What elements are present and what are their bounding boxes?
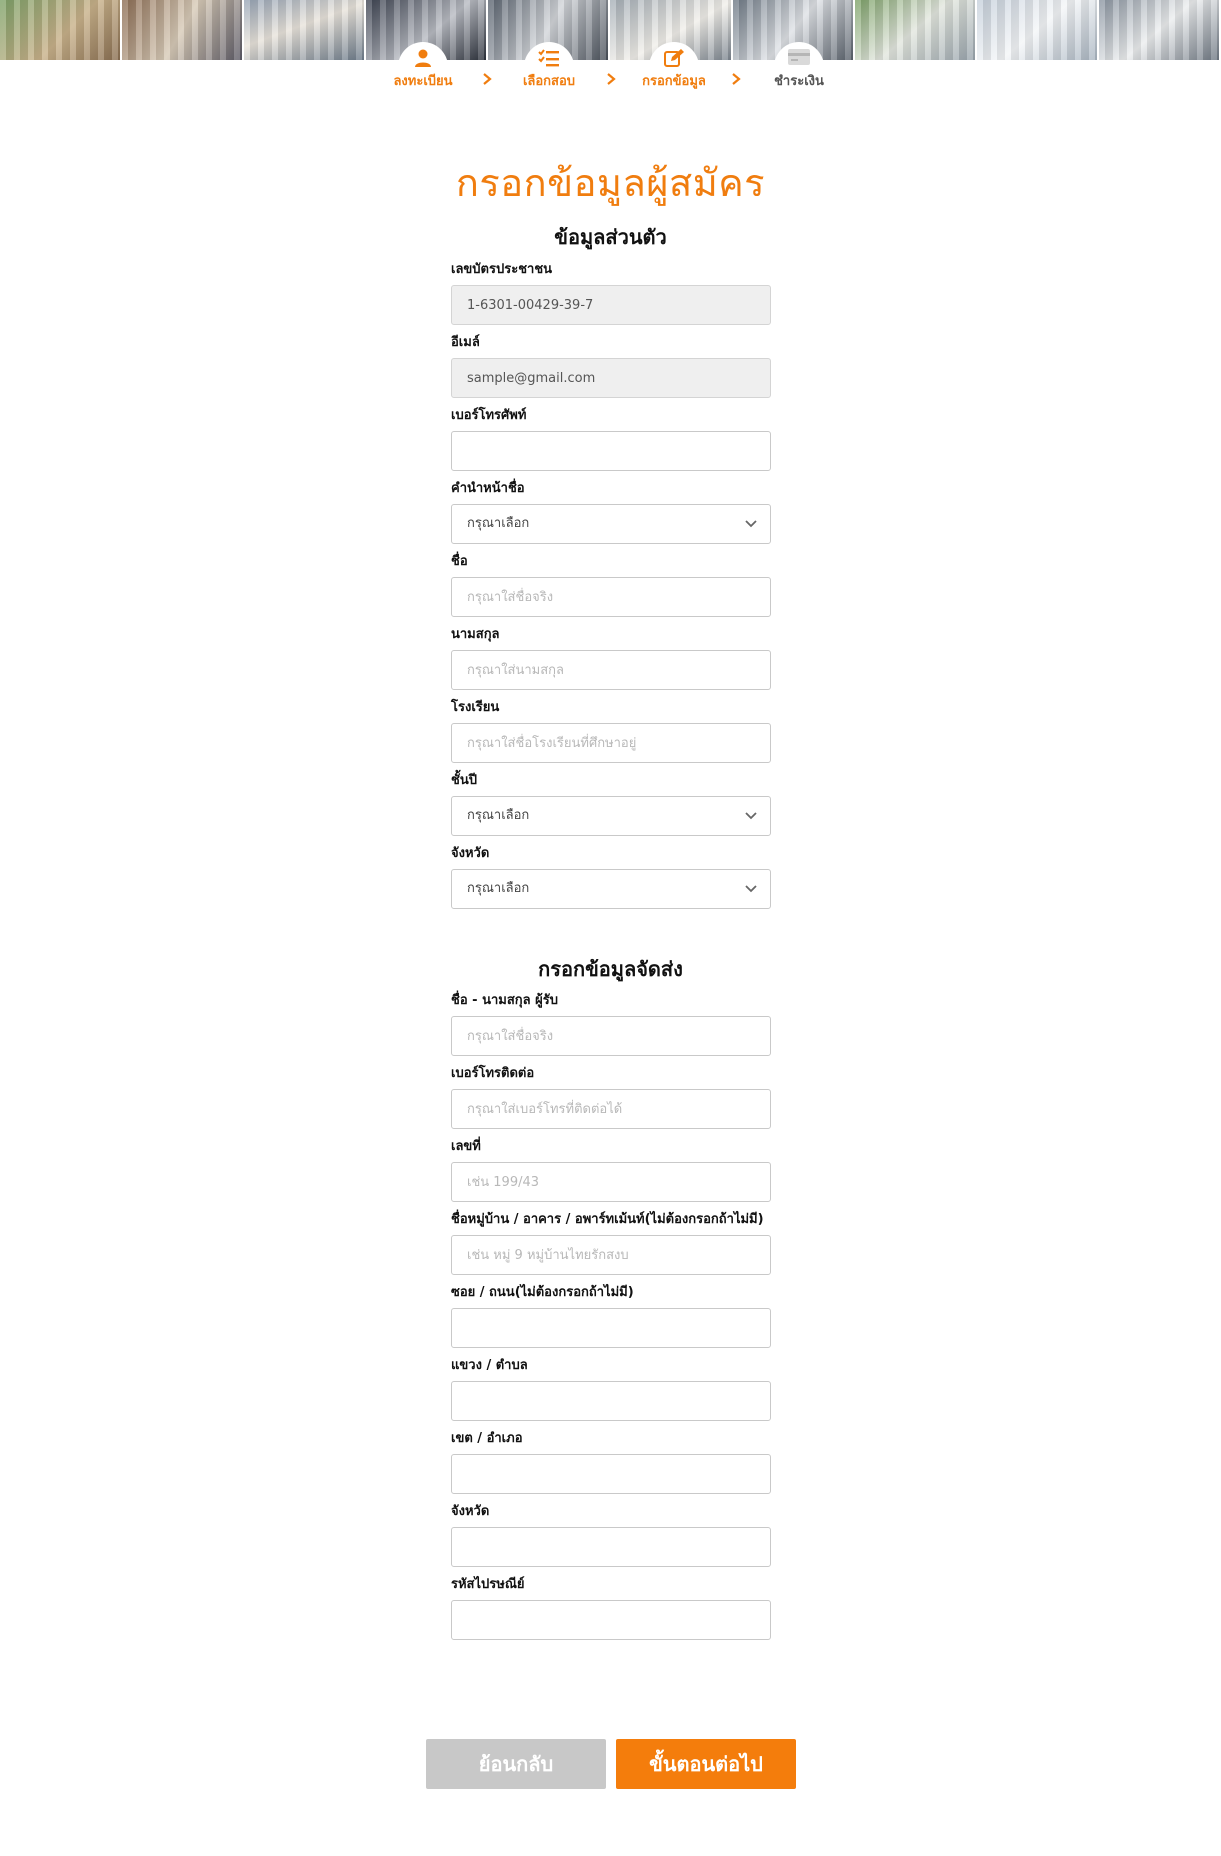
chevron-down-icon	[745, 812, 757, 820]
first-name-input[interactable]	[452, 578, 770, 616]
field-label: เบอร์โทรติดต่อ	[451, 1066, 535, 1081]
step-payment: ชำระเงิน	[754, 42, 844, 92]
school-input[interactable]	[452, 724, 770, 762]
shipping-info-heading: กรอกข้อมูลจัดส่ง	[538, 957, 683, 981]
first-name-field: ชื่อ	[451, 553, 771, 617]
field-label: จังหวัด	[451, 846, 490, 861]
next-step-button[interactable]: ขั้นตอนต่อไป	[616, 1739, 796, 1789]
field-label: ซอย / ถนน(ไม่ต้องกรอกถ้าไม่มี)	[451, 1285, 634, 1300]
select-value: กรุณาเลือก	[467, 808, 530, 823]
field-label: รหัสไปรษณีย์	[451, 1577, 525, 1592]
field-label: คำนำหน้าชื่อ	[451, 481, 525, 496]
last-name-field: นามสกุล	[451, 626, 771, 690]
grade-select[interactable]: กรุณาเลือก	[451, 796, 771, 836]
step-indicator: ลงทะเบียน เลือกสอบ กรอกข้อมูล ชำระเงิน	[0, 42, 1221, 102]
personal-info-heading: ข้อมูลส่วนตัว	[554, 225, 667, 249]
last-name-input[interactable]	[452, 651, 770, 689]
province-field: จังหวัด กรุณาเลือก	[451, 845, 771, 909]
contact-phone-field: เบอร์โทรติดต่อ	[451, 1065, 771, 1129]
soi-road-field: ซอย / ถนน(ไม่ต้องกรอกถ้าไม่มี)	[451, 1284, 771, 1348]
village-field: ชื่อหมู่บ้าน / อาคาร / อพาร์ทเม้นท์(ไม่ต…	[451, 1211, 771, 1275]
shipping-province-field: จังหวัด	[451, 1503, 771, 1567]
user-icon	[415, 49, 431, 67]
postcode-input[interactable]	[452, 1601, 770, 1639]
chevron-down-icon	[745, 520, 757, 528]
shipping-province-input[interactable]	[452, 1528, 770, 1566]
house-no-input[interactable]	[452, 1163, 770, 1201]
recipient-input[interactable]	[452, 1017, 770, 1055]
email-field: อีเมล์	[451, 334, 771, 398]
house-no-field: เลขที่	[451, 1138, 771, 1202]
field-label: นามสกุล	[451, 627, 500, 642]
email-input[interactable]	[452, 359, 770, 397]
phone-field: เบอร์โทรศัพท์	[451, 407, 771, 471]
back-button[interactable]: ย้อนกลับ	[426, 1739, 606, 1789]
postcode-field: รหัสไปรษณีย์	[451, 1576, 771, 1640]
soi-road-input[interactable]	[452, 1309, 770, 1347]
chevron-down-icon	[745, 885, 757, 893]
select-value: กรุณาเลือก	[467, 881, 530, 896]
prefix-field: คำนำหน้าชื่อ กรุณาเลือก	[451, 480, 771, 544]
field-label: ชั้นปี	[451, 773, 477, 788]
step-label: กรอกข้อมูล	[642, 74, 706, 89]
prefix-select[interactable]: กรุณาเลือก	[451, 504, 771, 544]
village-input[interactable]	[452, 1236, 770, 1274]
step-label: ลงทะเบียน	[393, 74, 453, 89]
step-label: เลือกสอบ	[522, 74, 576, 89]
field-label: เลขที่	[451, 1139, 481, 1154]
select-value: กรุณาเลือก	[467, 516, 530, 531]
step-select-exam: เลือกสอบ	[504, 42, 594, 92]
field-label: ชื่อ	[451, 554, 468, 569]
field-label: เบอร์โทรศัพท์	[451, 408, 527, 423]
recipient-field: ชื่อ - นามสกุล ผู้รับ	[451, 992, 771, 1056]
district-input[interactable]	[452, 1455, 770, 1493]
page-title: กรอกข้อมูลผู้สมัคร	[455, 161, 766, 205]
chevron-right-icon	[732, 73, 741, 85]
field-label: อีเมล์	[451, 335, 480, 350]
step-fill-info: กรอกข้อมูล	[629, 42, 719, 92]
edit-icon	[664, 49, 684, 67]
grade-field: ชั้นปี กรุณาเลือก	[451, 772, 771, 836]
district-field: เขต / อำเภอ	[451, 1430, 771, 1494]
step-label: ชำระเงิน	[774, 74, 824, 89]
field-label: แขวง / ตำบล	[451, 1358, 528, 1373]
chevron-right-icon	[483, 73, 492, 85]
chevron-right-icon	[607, 73, 616, 85]
field-label: ชื่อ - นามสกุล ผู้รับ	[451, 993, 558, 1008]
subdistrict-input[interactable]	[452, 1382, 770, 1420]
subdistrict-field: แขวง / ตำบล	[451, 1357, 771, 1421]
field-label: จังหวัด	[451, 1504, 490, 1519]
field-label: เขต / อำเภอ	[451, 1431, 523, 1446]
step-register: ลงทะเบียน	[378, 42, 468, 92]
checklist-icon	[538, 49, 559, 67]
province-select[interactable]: กรุณาเลือก	[451, 869, 771, 909]
school-field: โรงเรียน	[451, 699, 771, 763]
field-label: โรงเรียน	[451, 700, 500, 715]
id-card-field: เลขบัตรประชาชน	[451, 261, 771, 325]
phone-input[interactable]	[452, 432, 770, 470]
field-label: เลขบัตรประชาชน	[451, 262, 553, 277]
id-card-input[interactable]	[452, 286, 770, 324]
credit-card-icon	[788, 49, 810, 65]
contact-phone-input[interactable]	[452, 1090, 770, 1128]
field-label: ชื่อหมู่บ้าน / อาคาร / อพาร์ทเม้นท์(ไม่ต…	[451, 1212, 764, 1227]
